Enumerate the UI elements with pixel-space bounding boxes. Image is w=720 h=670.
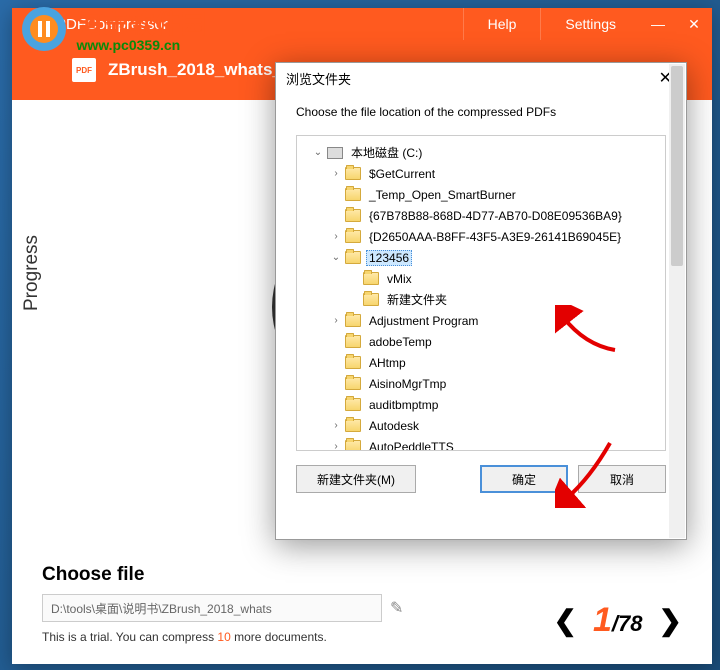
folder-icon bbox=[345, 209, 361, 222]
folder-icon bbox=[345, 251, 361, 264]
pager-current: 1 bbox=[593, 601, 612, 639]
close-button[interactable]: ✕ bbox=[676, 8, 712, 40]
tree-item-label: AutoPeddleTTS bbox=[366, 439, 457, 452]
settings-button[interactable]: Settings bbox=[540, 8, 640, 40]
folder-icon bbox=[345, 419, 361, 432]
folder-icon bbox=[345, 440, 361, 451]
tree-item[interactable]: vMix bbox=[301, 268, 661, 289]
tree-expand-icon[interactable]: › bbox=[329, 168, 343, 179]
tree-item[interactable]: › AutoPeddleTTS bbox=[301, 436, 661, 451]
pager: ❮ 1/78 ❯ bbox=[554, 601, 682, 640]
tree-expand-icon[interactable]: › bbox=[329, 231, 343, 242]
tree-item-label: {D2650AAA-B8FF-43F5-A3E9-26141B69045E} bbox=[366, 229, 624, 245]
minimize-button[interactable]: — bbox=[640, 8, 676, 40]
progress-label: Progress bbox=[21, 235, 43, 311]
drive-icon bbox=[327, 147, 343, 159]
folder-icon bbox=[345, 356, 361, 369]
tree-item[interactable]: auditbmptmp bbox=[301, 394, 661, 415]
tree-item[interactable]: {67B78B88-868D-4D77-AB70-D08E09536BA9} bbox=[301, 205, 661, 226]
folder-icon bbox=[345, 230, 361, 243]
tree-item-label: auditbmptmp bbox=[366, 397, 441, 413]
folder-icon bbox=[345, 167, 361, 180]
tree-item[interactable]: › Adjustment Program bbox=[301, 310, 661, 331]
tree-expand-icon[interactable]: › bbox=[329, 420, 343, 431]
svg-text:PDF: PDF bbox=[26, 21, 42, 30]
pager-prev[interactable]: ❮ bbox=[554, 604, 577, 637]
folder-icon bbox=[345, 377, 361, 390]
tree-item-label: 新建文件夹 bbox=[384, 290, 450, 309]
tree-item[interactable]: AHtmp bbox=[301, 352, 661, 373]
tree-item[interactable]: adobeTemp bbox=[301, 331, 661, 352]
folder-icon bbox=[345, 335, 361, 348]
tree-item-label: adobeTemp bbox=[366, 334, 435, 350]
tree-item-label: Autodesk bbox=[366, 418, 422, 434]
tree-item[interactable]: ⌄ 123456 bbox=[301, 247, 661, 268]
tree-item[interactable]: ⌄ 本地磁盘 (C:) bbox=[301, 142, 661, 163]
tree-item[interactable]: › $GetCurrent bbox=[301, 163, 661, 184]
tree-item-label: AisinoMgrTmp bbox=[366, 376, 449, 392]
folder-icon bbox=[345, 398, 361, 411]
choose-file-title: Choose file bbox=[42, 564, 682, 586]
pdf-icon: PDF bbox=[72, 58, 96, 82]
tree-expand-icon[interactable]: › bbox=[329, 441, 343, 451]
tree-item-label: vMix bbox=[384, 271, 415, 287]
pager-total: /78 bbox=[612, 611, 643, 636]
folder-icon bbox=[363, 293, 379, 306]
tree-item[interactable]: 新建文件夹 bbox=[301, 289, 661, 310]
tree-expand-icon[interactable]: › bbox=[329, 315, 343, 326]
pager-next[interactable]: ❯ bbox=[659, 604, 682, 637]
new-folder-button[interactable]: 新建文件夹(M) bbox=[296, 465, 416, 493]
titlebar: PDF PDFCompressor Help Settings — ✕ bbox=[12, 8, 712, 40]
tree-item-label: 123456 bbox=[366, 250, 412, 266]
ok-button[interactable]: 确定 bbox=[480, 465, 568, 493]
file-path-input[interactable]: D:\tools\桌面\说明书\ZBrush_2018_whats bbox=[42, 594, 382, 622]
tree-item-label: 本地磁盘 (C:) bbox=[348, 143, 425, 162]
tree-item-label: _Temp_Open_SmartBurner bbox=[366, 187, 519, 203]
dialog-instruction: Choose the file location of the compress… bbox=[276, 93, 686, 135]
browse-folder-dialog: 浏览文件夹 ✕ Choose the file location of the … bbox=[275, 62, 687, 540]
folder-tree[interactable]: ⌄ 本地磁盘 (C:) › $GetCurrent _Temp_Open_SmartBu… bbox=[296, 135, 666, 451]
folder-icon bbox=[345, 188, 361, 201]
folder-icon bbox=[345, 314, 361, 327]
dialog-cancel-button[interactable]: 取消 bbox=[578, 465, 666, 493]
tree-item[interactable]: › Autodesk bbox=[301, 415, 661, 436]
tree-item-label: Adjustment Program bbox=[366, 313, 481, 329]
tree-item-label: $GetCurrent bbox=[366, 166, 438, 182]
tree-expand-icon[interactable]: ⌄ bbox=[329, 252, 343, 263]
tree-item[interactable]: › {D2650AAA-B8FF-43F5-A3E9-26141B69045E} bbox=[301, 226, 661, 247]
edit-icon[interactable]: ✎ bbox=[390, 598, 403, 618]
tree-item[interactable]: AisinoMgrTmp bbox=[301, 373, 661, 394]
dialog-title: 浏览文件夹 bbox=[286, 69, 351, 88]
app-logo: PDF bbox=[20, 10, 48, 38]
tree-item[interactable]: _Temp_Open_SmartBurner bbox=[301, 184, 661, 205]
help-button[interactable]: Help bbox=[463, 8, 541, 40]
tree-item-label: AHtmp bbox=[366, 355, 409, 371]
tree-item-label: {67B78B88-868D-4D77-AB70-D08E09536BA9} bbox=[366, 208, 625, 224]
tree-expand-icon[interactable]: ⌄ bbox=[311, 147, 325, 158]
folder-icon bbox=[363, 272, 379, 285]
app-title: PDFCompressor bbox=[56, 16, 463, 33]
